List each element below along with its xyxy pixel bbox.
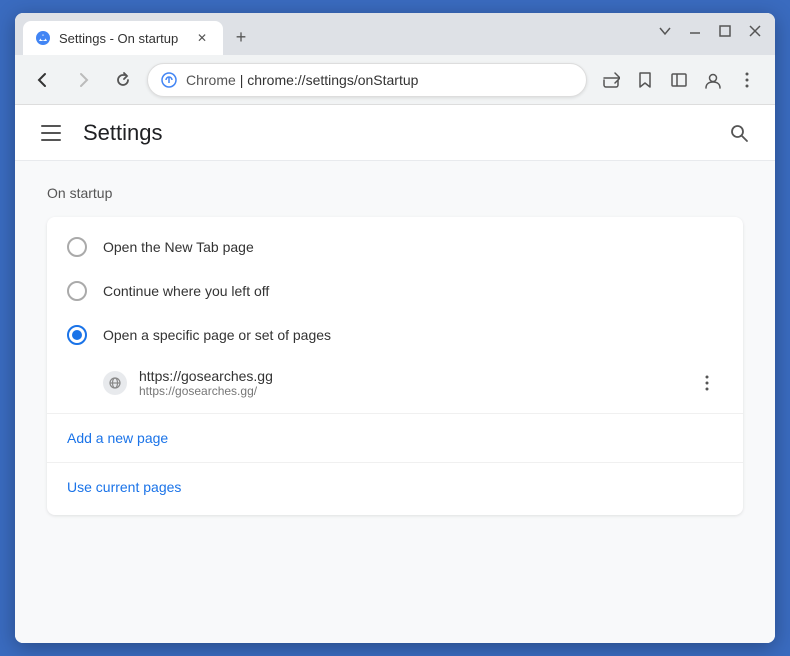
site-info-icon — [160, 71, 178, 89]
tab-bar: Settings - On startup ✕ + — [23, 21, 767, 55]
new-tab-button[interactable]: + — [227, 23, 255, 51]
address-text: Chrome | chrome://settings/onStartup — [186, 72, 574, 88]
radio-specific[interactable] — [67, 325, 87, 345]
divider-1 — [47, 413, 743, 414]
active-tab[interactable]: Settings - On startup ✕ — [23, 21, 223, 55]
share-button[interactable] — [595, 64, 627, 96]
option-new-tab[interactable]: Open the New Tab page — [47, 225, 743, 269]
menu-line-1 — [41, 125, 61, 127]
title-bar: Settings - On startup ✕ + — [15, 13, 775, 55]
page-entry-name: https://gosearches.gg — [139, 368, 679, 384]
minimize-to-tray-button[interactable] — [657, 23, 673, 39]
page-entry-url: https://gosearches.gg/ — [139, 384, 679, 398]
page-content: Settings PCsk.com On startup Open the Ne… — [15, 105, 775, 643]
add-new-page-button[interactable]: Add a new page — [47, 418, 188, 458]
maximize-button[interactable] — [717, 23, 733, 39]
tab-title: Settings - On startup — [59, 31, 185, 46]
option-continue-label: Continue where you left off — [103, 283, 269, 299]
hamburger-menu-button[interactable] — [35, 117, 67, 149]
options-card: Open the New Tab page Continue where you… — [47, 217, 743, 515]
radio-new-tab[interactable] — [67, 237, 87, 257]
window-controls — [657, 23, 763, 39]
page-title: Settings — [83, 120, 723, 146]
settings-header: Settings — [15, 105, 775, 161]
menu-line-2 — [41, 132, 61, 134]
tab-favicon — [35, 30, 51, 46]
page-entry-favicon — [103, 371, 127, 395]
settings-body: PCsk.com On startup Open the New Tab pag… — [15, 161, 775, 539]
browser-window: Settings - On startup ✕ + — [15, 13, 775, 643]
back-button[interactable] — [27, 64, 59, 96]
page-info: https://gosearches.gg https://gosearches… — [139, 368, 679, 398]
radio-selected-dot — [72, 330, 82, 340]
search-settings-button[interactable] — [723, 117, 755, 149]
option-continue[interactable]: Continue where you left off — [47, 269, 743, 313]
sidebar-button[interactable] — [663, 64, 695, 96]
page-entry: https://gosearches.gg https://gosearches… — [47, 357, 743, 409]
nav-actions — [595, 64, 763, 96]
address-bar[interactable]: Chrome | chrome://settings/onStartup — [147, 63, 587, 97]
profile-button[interactable] — [697, 64, 729, 96]
option-specific[interactable]: Open a specific page or set of pages — [47, 313, 743, 357]
more-button[interactable] — [731, 64, 763, 96]
option-specific-label: Open a specific page or set of pages — [103, 327, 331, 343]
option-new-tab-label: Open the New Tab page — [103, 239, 254, 255]
bookmark-button[interactable] — [629, 64, 661, 96]
use-current-pages-button[interactable]: Use current pages — [47, 467, 201, 507]
divider-2 — [47, 462, 743, 463]
section-title: On startup — [47, 185, 743, 201]
radio-continue[interactable] — [67, 281, 87, 301]
nav-bar: Chrome | chrome://settings/onStartup — [15, 55, 775, 105]
page-entry-menu-button[interactable] — [691, 367, 723, 399]
menu-line-3 — [41, 139, 61, 141]
minimize-button[interactable] — [687, 23, 703, 39]
forward-button[interactable] — [67, 64, 99, 96]
close-button[interactable] — [747, 23, 763, 39]
reload-button[interactable] — [107, 64, 139, 96]
tab-close-button[interactable]: ✕ — [193, 29, 211, 47]
